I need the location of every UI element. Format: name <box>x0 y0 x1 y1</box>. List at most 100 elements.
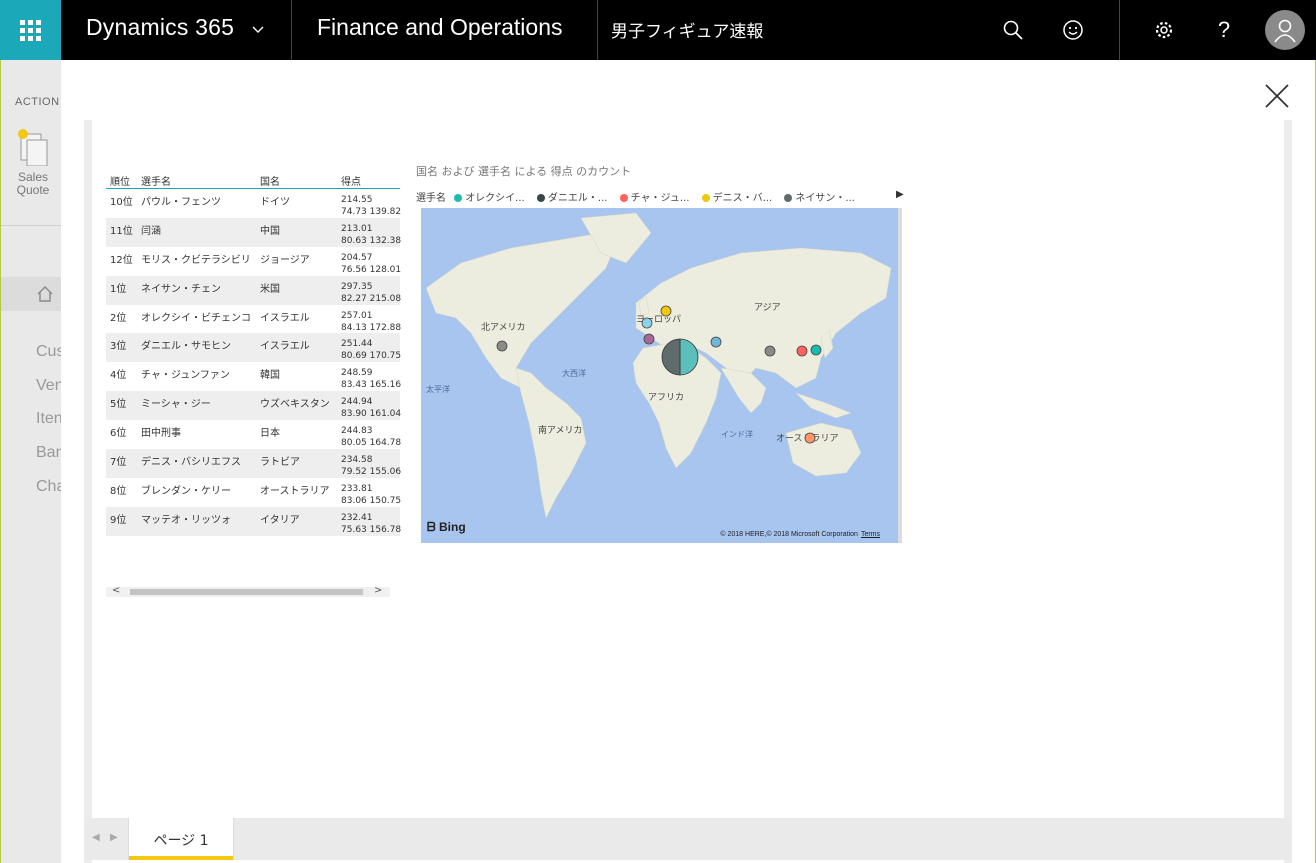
table-row[interactable]: 5位 ミーシャ・ジー ウズベキスタン 244.94 83.90 161.04 <box>106 391 402 421</box>
legend-item[interactable]: ダニエル・... <box>536 189 607 204</box>
india-landmass <box>720 367 767 414</box>
prev-page-icon[interactable]: ◀ <box>92 832 100 843</box>
name-cell: ネイサン・チェン <box>141 283 221 295</box>
table-row[interactable]: 3位 ダニエル・サモヒン イスラエル 251.44 80.69 170.75 <box>106 333 401 363</box>
country-cell: 日本 <box>260 428 280 440</box>
scroll-left-icon[interactable]: < <box>112 585 120 596</box>
legend-dot <box>536 194 545 202</box>
table-row[interactable]: 2位 オレクシイ・ビチェンコ イスラエル 257.01 84.13 172.88 <box>106 305 402 334</box>
detail-scores-cell: 84.13 172.88 <box>341 322 402 333</box>
table-row[interactable]: 1位 ネイサン・チェン 米国 297.35 82.27 215.08 <box>106 275 401 305</box>
table-row[interactable]: 10位 パウル・フェンツ ドイツ 214.55 74.73 139.82 <box>106 189 402 218</box>
header-rank[interactable]: 順位 <box>110 173 130 188</box>
table-row[interactable]: 6位 田中刑事 日本 244.83 80.05 164.78 <box>106 420 402 449</box>
south-america-landmass <box>515 367 587 519</box>
map-label-asia: アジア <box>754 303 781 313</box>
legend-dot <box>784 194 793 202</box>
score-cell: 257.01 <box>341 310 373 321</box>
country-cell: ラトビア <box>260 457 300 469</box>
table-row[interactable]: 8位 ブレンダン・ケリー オーストラリア 233.81 83.06 150.75 <box>106 478 401 507</box>
next-page-icon[interactable]: ▶ <box>110 832 118 843</box>
detail-scores-cell: 83.43 165.16 <box>341 380 402 391</box>
divider <box>1119 0 1120 60</box>
table-row[interactable]: 7位 デニス・バシリエフス ラトビア 234.58 79.52 155.06 <box>106 449 402 478</box>
score-cell: 213.01 <box>341 223 373 234</box>
table-row[interactable]: 12位 モリス・クビテラシビリ ジョージア 204.57 76.56 128.01 <box>106 247 401 276</box>
avatar[interactable] <box>1265 10 1305 50</box>
gear-icon[interactable] <box>1149 15 1179 45</box>
table-horizontal-scrollbar[interactable]: < > <box>106 585 390 597</box>
southeast-asia-landmass <box>795 392 852 419</box>
legend-item[interactable]: チャ・ジュ... <box>619 189 689 204</box>
bubble-japan[interactable] <box>810 344 822 356</box>
bubble-georgia[interactable] <box>710 336 722 348</box>
world-map[interactable]: 北アメリカ ヨーロッパ アジア 太平洋 大西洋 アフリカ 南アメリカ インド洋 … <box>421 208 898 543</box>
report-canvas: 順位 選手名 国名 得点 10位 パウル・フェンツ ドイツ 214.55 74.73 1… <box>92 120 1284 863</box>
map-copyright: © 2018 HERE,© 2018 Microsoft Corporation… <box>720 531 880 538</box>
country-cell: ドイツ <box>260 197 290 208</box>
bubble-germany[interactable] <box>641 317 653 329</box>
name-cell: ブレンダン・ケリー <box>141 485 231 497</box>
rank-cell: 6位 <box>110 428 127 440</box>
terms-link[interactable]: Terms <box>861 531 880 538</box>
chevron-down-icon[interactable] <box>250 22 266 38</box>
legend-item[interactable]: ネイサン・... <box>784 189 855 204</box>
bubble-israel-pie[interactable] <box>661 338 699 376</box>
active-tab-indicator <box>129 856 233 860</box>
legend-label: 選手名 <box>416 193 446 204</box>
bubble-latvia[interactable] <box>660 305 672 317</box>
country-cell: 米国 <box>260 283 280 295</box>
header-name[interactable]: 選手名 <box>141 173 171 188</box>
app-launcher-icon[interactable] <box>0 0 61 60</box>
bubble-korea[interactable] <box>796 345 808 357</box>
nav-item: Iten <box>36 410 63 427</box>
legend-item[interactable]: デニス・バ... <box>701 189 772 204</box>
map-label-africa: アフリカ <box>648 392 684 403</box>
score-cell: 244.83 <box>341 426 373 437</box>
map-label-north-america: 北アメリカ <box>481 322 526 333</box>
detail-scores-cell: 80.05 164.78 <box>341 438 402 449</box>
table-row[interactable]: 4位 チャ・ジュンファン 韓国 248.59 83.43 165.16 <box>106 362 402 391</box>
scrollbar-thumb[interactable] <box>130 589 363 595</box>
bubble-australia[interactable] <box>804 432 816 444</box>
search-icon[interactable] <box>998 15 1028 45</box>
table-row[interactable]: 9位 マッテオ・リッツォ イタリア 232.41 75.63 156.78 <box>106 506 401 536</box>
detail-scores-cell: 79.52 155.06 <box>341 467 402 478</box>
score-cell: 251.44 <box>341 339 373 350</box>
help-icon[interactable]: ? <box>1209 15 1239 45</box>
actions-label: ACTION <box>15 96 60 108</box>
bubble-usa[interactable] <box>496 340 508 352</box>
sales-quote-button: Sales Quote <box>9 126 57 197</box>
legend-item-label: オレクシイ... <box>465 193 525 204</box>
north-america-landmass <box>425 229 622 389</box>
table-header: 順位 選手名 国名 得点 <box>106 165 400 189</box>
report-frame: 順位 選手名 国名 得点 10位 パウル・フェンツ ドイツ 214.55 74.73 1… <box>84 120 1292 863</box>
header-score[interactable]: 得点 <box>341 173 361 188</box>
smiley-feedback-icon[interactable] <box>1058 15 1088 45</box>
score-cell: 234.58 <box>341 455 373 466</box>
table-row[interactable]: 11位 闫涵 中国 213.01 80.63 132.38 <box>106 217 402 247</box>
detail-scores-cell: 74.73 139.82 <box>341 207 402 217</box>
module-name[interactable]: Finance and Operations <box>317 14 563 41</box>
bubble-italy[interactable] <box>643 333 655 345</box>
legend-dot <box>454 194 463 202</box>
detail-scores-cell: 83.90 161.04 <box>341 409 402 420</box>
country-cell: オーストラリア <box>260 485 330 497</box>
bubble-uzbekistan[interactable] <box>764 345 776 357</box>
detail-scores-cell: 80.63 132.38 <box>341 235 402 246</box>
ranking-table[interactable]: 順位 選手名 国名 得点 10位 パウル・フェンツ ドイツ 214.55 74.73 1… <box>106 165 402 536</box>
name-cell: パウル・フェンツ <box>141 197 221 208</box>
header-country[interactable]: 国名 <box>260 173 280 188</box>
legend-next-icon[interactable]: ▶ <box>896 189 904 200</box>
map-label-south-america: 南アメリカ <box>538 424 583 436</box>
tab-page-1[interactable]: ページ 1 <box>128 818 234 860</box>
name-cell: 闫涵 <box>141 225 161 237</box>
app-name[interactable]: Dynamics 365 <box>86 14 234 41</box>
name-cell: ダニエル・サモヒン <box>141 341 231 353</box>
country-cell: イスラエル <box>260 312 310 324</box>
legend-item[interactable]: オレクシイ... <box>454 189 525 204</box>
scroll-right-icon[interactable]: > <box>374 585 382 596</box>
name-cell: ミーシャ・ジー <box>141 399 211 411</box>
home-icon <box>37 286 53 302</box>
close-icon[interactable] <box>1263 82 1291 110</box>
